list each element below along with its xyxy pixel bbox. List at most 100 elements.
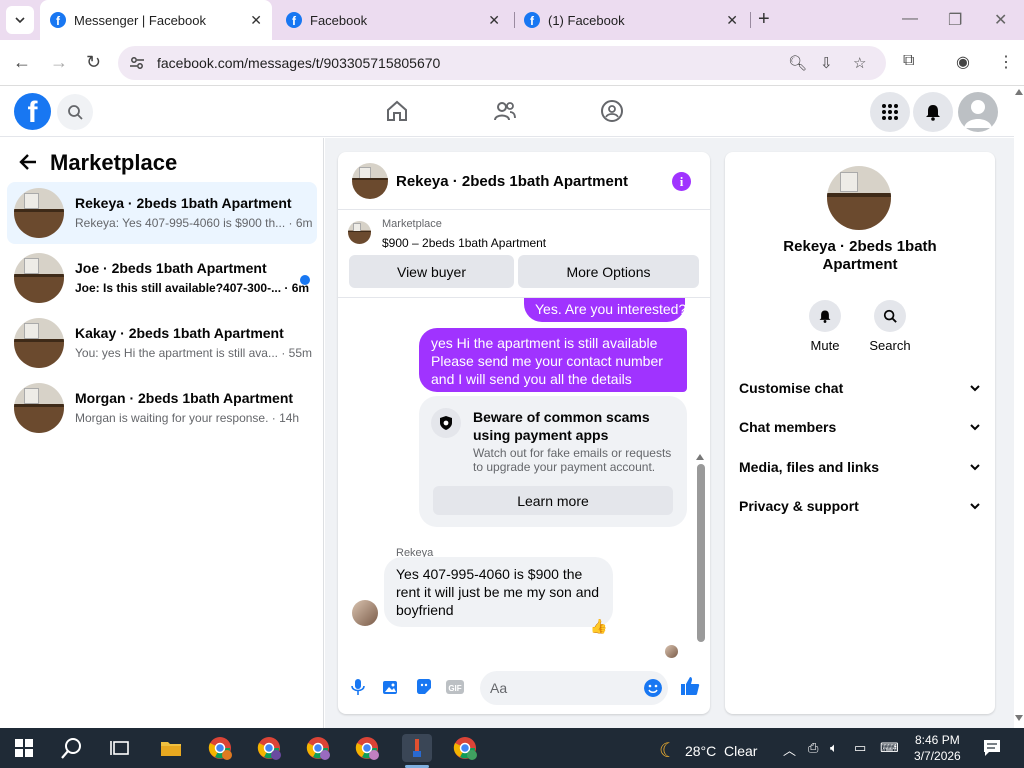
tab-facebook[interactable]: f Facebook ✕ — [278, 0, 510, 40]
taskbar-clock[interactable]: 8:46 PM 3/7/2026 — [914, 732, 961, 764]
window-close-icon[interactable]: ✕ — [994, 10, 1007, 30]
notifications-center-icon[interactable] — [983, 739, 1001, 757]
close-tab-icon[interactable]: ✕ — [726, 12, 738, 29]
conversation-item-joe[interactable]: Joe · 2beds 1bath Apartment Joe: Is this… — [7, 247, 317, 309]
conversation-item-rekeya[interactable]: Rekeya · 2beds 1bath Apartment Rekeya: Y… — [7, 182, 317, 244]
unread-indicator — [300, 275, 310, 285]
chrome-profile-f-icon[interactable] — [206, 734, 234, 762]
tab-title: (1) Facebook — [548, 12, 625, 28]
seen-indicator-avatar — [665, 645, 678, 658]
home-icon[interactable] — [385, 99, 409, 123]
message-input[interactable]: Aa — [480, 671, 668, 705]
profile-icon[interactable]: ◉ — [956, 52, 970, 72]
chrome-profile-green-icon[interactable] — [451, 734, 479, 762]
chat-panel: Rekeya · 2beds 1bath Apartment i Marketp… — [338, 152, 710, 714]
extensions-icon[interactable]: ⧉ — [903, 52, 914, 70]
learn-more-button[interactable]: Learn more — [433, 486, 673, 515]
reaction-emoji[interactable]: 👍 — [590, 618, 607, 635]
show-hidden-icons-chevron-icon[interactable]: ︿ — [783, 740, 796, 759]
site-info-icon[interactable] — [128, 54, 146, 72]
file-explorer-icon[interactable] — [157, 734, 185, 762]
friends-icon[interactable] — [493, 99, 517, 123]
page-scrollbar[interactable] — [1014, 87, 1024, 728]
back-arrow-icon[interactable] — [18, 152, 38, 172]
tab-facebook-notifications[interactable]: f (1) Facebook ✕ — [516, 0, 748, 40]
conversation-item-morgan[interactable]: Morgan · 2beds 1bath Apartment Morgan is… — [7, 377, 317, 439]
windows-taskbar: ☾ 28°C Clear ︿ ⎙ 🔈︎ ▭ ⌨ 8:46 PM 3/7/2026 — [0, 728, 1024, 768]
groups-icon[interactable] — [600, 99, 624, 123]
windows-start-icon[interactable] — [15, 739, 33, 757]
sticker-icon[interactable] — [415, 678, 433, 696]
back-icon[interactable]: ← — [13, 52, 31, 73]
default-avatar-icon — [964, 100, 992, 128]
tab-title: Facebook — [310, 12, 368, 28]
minimize-icon[interactable]: — — [902, 10, 918, 28]
omnibox[interactable]: facebook.com/messages/t/903305715805670 … — [118, 46, 886, 80]
account-avatar[interactable] — [958, 92, 998, 132]
info-icon[interactable]: i — [672, 172, 691, 191]
search-in-chat-button[interactable]: Search — [860, 300, 920, 353]
close-tab-icon[interactable]: ✕ — [488, 12, 500, 29]
new-tab-icon[interactable]: + — [758, 8, 770, 31]
bookmark-star-icon[interactable]: ☆ — [853, 54, 866, 72]
sender-avatar[interactable] — [352, 600, 378, 626]
section-label: Chat members — [739, 419, 837, 435]
conversation-preview: Joe: Is this still available?407-300-...… — [75, 281, 310, 295]
url-text[interactable]: facebook.com/messages/t/903305715805670 — [157, 55, 440, 71]
shield-icon — [431, 408, 461, 438]
emoji-icon[interactable] — [644, 679, 662, 697]
install-app-icon[interactable]: ⇩ — [820, 54, 833, 72]
chrome-profile-avatar-icon[interactable] — [353, 734, 381, 762]
browser-tab-bar: f Messenger | Facebook ✕ f Facebook ✕ f … — [0, 0, 1024, 40]
mute-label: Mute — [810, 338, 840, 353]
meet-now-icon[interactable]: ⎙ — [808, 740, 818, 756]
notifications-button[interactable] — [913, 92, 953, 132]
gif-icon[interactable]: GIF — [445, 678, 465, 696]
clock-time: 8:46 PM — [915, 733, 960, 747]
close-tab-icon[interactable]: ✕ — [250, 12, 262, 29]
chat-thumbnail[interactable] — [352, 163, 388, 199]
mute-button[interactable]: Mute — [795, 300, 855, 353]
chat-members-section[interactable]: Chat members — [739, 415, 981, 439]
customise-chat-section[interactable]: Customise chat — [739, 376, 981, 400]
listing-price[interactable]: $900 – 2beds 1bath Apartment — [382, 236, 546, 250]
active-app-icon[interactable] — [402, 734, 432, 762]
reload-icon[interactable]: ↻ — [86, 52, 101, 73]
network-icon[interactable]: ▭ — [854, 740, 866, 756]
thumbs-up-icon[interactable] — [680, 676, 700, 696]
chat-title[interactable]: Rekeya · 2beds 1bath Apartment — [396, 173, 628, 190]
facebook-logo-icon[interactable]: f — [14, 93, 51, 130]
page-title: Marketplace — [50, 150, 178, 175]
scroll-up-icon[interactable] — [696, 454, 704, 460]
search-icon[interactable] — [61, 737, 83, 759]
chrome-menu-icon[interactable]: ⋮ — [998, 52, 1014, 72]
tab-messenger[interactable]: f Messenger | Facebook ✕ — [40, 0, 272, 40]
restore-icon[interactable]: ❐ — [948, 10, 962, 30]
photo-icon[interactable] — [382, 678, 400, 696]
chrome-profile-avatar-icon[interactable] — [304, 734, 332, 762]
volume-icon[interactable]: 🔈︎ — [830, 740, 838, 756]
scroll-up-icon[interactable] — [1015, 89, 1023, 95]
chevron-down-icon — [970, 385, 980, 392]
keyboard-icon[interactable]: ⌨ — [880, 740, 899, 756]
section-label: Privacy & support — [739, 498, 859, 514]
conversation-item-kakay[interactable]: Kakay · 2beds 1bath Apartment You: yes H… — [7, 312, 317, 374]
listing-thumbnail[interactable] — [348, 221, 371, 244]
tab-search-dropdown-button[interactable] — [6, 6, 34, 34]
view-buyer-button[interactable]: View buyer — [349, 255, 514, 288]
privacy-support-section[interactable]: Privacy & support — [739, 494, 981, 518]
weather-widget[interactable]: ☾ 28°C Clear — [659, 738, 757, 763]
menu-button[interactable] — [870, 92, 910, 132]
chrome-profile-g-icon[interactable] — [255, 734, 283, 762]
facebook-search-button[interactable] — [57, 94, 93, 130]
microphone-icon[interactable] — [351, 678, 365, 696]
scroll-down-icon[interactable] — [1015, 715, 1023, 721]
conversation-name: Kakay · 2beds 1bath Apartment — [75, 325, 284, 341]
more-options-button[interactable]: More Options — [518, 255, 699, 288]
details-thumbnail[interactable] — [827, 166, 891, 230]
media-files-links-section[interactable]: Media, files and links — [739, 455, 981, 479]
task-view-icon[interactable] — [110, 739, 130, 757]
forward-icon[interactable]: → — [50, 52, 68, 73]
zoom-icon[interactable]: 🔍︎ — [788, 54, 807, 72]
message-scroll-thumb[interactable] — [697, 464, 705, 642]
